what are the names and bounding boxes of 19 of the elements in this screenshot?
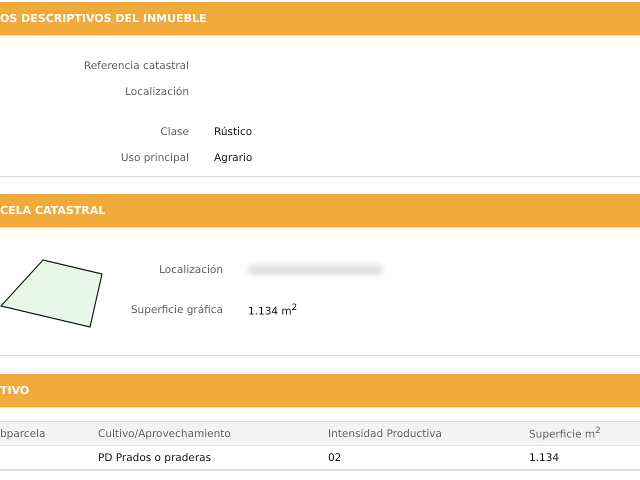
column-header: bparcela — [0, 428, 46, 440]
field-label: Localización — [124, 86, 189, 98]
field-label: Superficie gráfica — [130, 304, 223, 316]
table-cell: PD Prados o praderas — [98, 452, 212, 464]
field-value: Rústico — [214, 126, 252, 138]
column-header: Superficie m$^{2}$ — [529, 426, 602, 441]
section-header: OS DESCRIPTIVOS DEL INMUEBLE — [0, 2, 640, 36]
table-cell: 1.134 — [529, 452, 560, 464]
field-label: Uso principal — [120, 152, 189, 164]
table-cell: 02 — [328, 452, 342, 464]
section-header: CELA CATASTRAL — [0, 194, 640, 228]
field-label: Clase — [159, 126, 189, 138]
column-header: Cultivo/Aprovechamiento — [98, 428, 232, 440]
field-label: Localización — [158, 264, 223, 276]
field-label: Referencia catastral — [82, 60, 189, 72]
field-value: Agrario — [214, 152, 252, 164]
section-header: TIVO — [0, 374, 640, 408]
column-header: Intensidad Productiva — [328, 428, 443, 440]
field-value: 1.134 m$^{2}$ — [248, 302, 298, 318]
